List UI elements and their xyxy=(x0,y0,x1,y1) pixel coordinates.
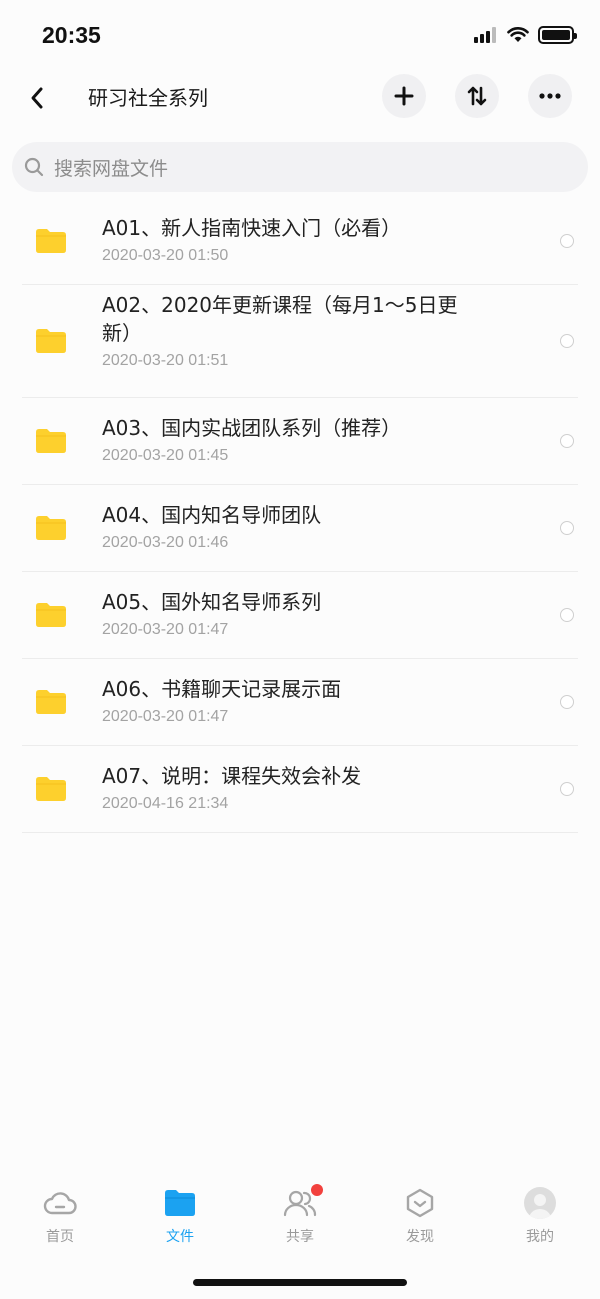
file-date: 2020-03-20 01:47 xyxy=(102,708,229,725)
file-date: 2020-03-20 01:47 xyxy=(102,621,229,638)
file-name: A02、2020年更新课程（每月1～5日更新） xyxy=(102,293,458,345)
file-name: A03、国内实战团队系列（推荐） xyxy=(102,416,402,440)
file-name: A06、书籍聊天记录展示面 xyxy=(102,677,342,701)
tab-me[interactable]: 我的 xyxy=(480,1187,600,1246)
tab-bar: 首页 文件 共享 发现 我的 xyxy=(0,1170,600,1260)
tab-label: 共享 xyxy=(286,1229,314,1245)
search-icon xyxy=(24,157,44,177)
tab-label: 首页 xyxy=(46,1229,74,1245)
battery-icon xyxy=(538,26,577,44)
folder-icon xyxy=(36,516,66,540)
status-icons xyxy=(474,26,577,44)
list-item[interactable]: A06、书籍聊天记录展示面 2020-03-20 01:47 xyxy=(22,659,578,746)
select-checkbox[interactable] xyxy=(560,434,574,448)
chevron-left-icon xyxy=(31,87,43,109)
folder-icon xyxy=(36,777,66,801)
list-item[interactable]: A04、国内知名导师团队 2020-03-20 01:46 xyxy=(22,485,578,572)
tab-label: 我的 xyxy=(526,1229,554,1245)
more-dots-icon xyxy=(539,93,561,99)
select-checkbox[interactable] xyxy=(560,334,574,348)
file-date: 2020-03-20 01:51 xyxy=(102,352,229,369)
tab-label: 文件 xyxy=(166,1229,194,1245)
status-bar: 20:35 xyxy=(0,0,600,70)
file-name: A01、新人指南快速入门（必看） xyxy=(102,216,402,240)
plus-icon xyxy=(394,86,414,106)
file-date: 2020-03-20 01:50 xyxy=(102,247,229,264)
select-checkbox[interactable] xyxy=(560,521,574,535)
list-item[interactable]: A02、2020年更新课程（每月1～5日更新） 2020-03-20 01:51 xyxy=(22,285,578,398)
notification-badge xyxy=(311,1184,323,1196)
back-button[interactable] xyxy=(20,78,54,118)
sort-arrows-icon xyxy=(467,86,487,106)
search-input[interactable]: 搜索网盘文件 xyxy=(12,142,588,192)
nav-bar: 研习社全系列 xyxy=(0,70,600,126)
file-date: 2020-03-20 01:46 xyxy=(102,534,229,551)
file-name: A07、说明：课程失效会补发 xyxy=(102,764,362,788)
tab-label: 发现 xyxy=(406,1229,434,1245)
folder-icon xyxy=(36,690,66,714)
folder-icon xyxy=(36,429,66,453)
list-item[interactable]: A03、国内实战团队系列（推荐） 2020-03-20 01:45 xyxy=(22,398,578,485)
more-button[interactable] xyxy=(528,74,572,118)
list-item[interactable]: A07、说明：课程失效会补发 2020-04-16 21:34 xyxy=(22,746,578,833)
folder-icon xyxy=(36,329,66,353)
file-date: 2020-03-20 01:45 xyxy=(102,447,229,464)
home-indicator[interactable] xyxy=(193,1279,407,1286)
folder-icon xyxy=(36,229,66,253)
signal-icon xyxy=(474,27,496,43)
tab-files[interactable]: 文件 xyxy=(120,1188,240,1246)
select-checkbox[interactable] xyxy=(560,234,574,248)
add-button[interactable] xyxy=(382,74,426,118)
select-checkbox[interactable] xyxy=(560,782,574,796)
wifi-icon xyxy=(507,27,529,42)
list-item[interactable]: A01、新人指南快速入门（必看） 2020-03-20 01:50 xyxy=(22,198,578,285)
file-date: 2020-04-16 21:34 xyxy=(102,795,229,812)
cloud-icon xyxy=(43,1188,77,1218)
select-checkbox[interactable] xyxy=(560,695,574,709)
sort-button[interactable] xyxy=(455,74,499,118)
folder-icon xyxy=(163,1188,197,1218)
tab-discover[interactable]: 发现 xyxy=(360,1188,480,1246)
status-time: 20:35 xyxy=(42,22,101,48)
discover-icon xyxy=(403,1188,437,1218)
tab-home[interactable]: 首页 xyxy=(0,1188,120,1246)
file-name: A04、国内知名导师团队 xyxy=(102,503,322,527)
search-placeholder: 搜索网盘文件 xyxy=(54,157,169,180)
file-list: A01、新人指南快速入门（必看） 2020-03-20 01:50 A02、20… xyxy=(22,198,578,833)
select-checkbox[interactable] xyxy=(560,608,574,622)
list-item[interactable]: A05、国外知名导师系列 2020-03-20 01:47 xyxy=(22,572,578,659)
folder-icon xyxy=(36,603,66,627)
file-name: A05、国外知名导师系列 xyxy=(102,590,322,614)
page-title: 研习社全系列 xyxy=(88,86,208,110)
avatar xyxy=(524,1187,556,1219)
share-users-icon xyxy=(283,1184,323,1218)
tab-share[interactable]: 共享 xyxy=(240,1184,360,1246)
avatar-wrapper xyxy=(523,1187,557,1219)
